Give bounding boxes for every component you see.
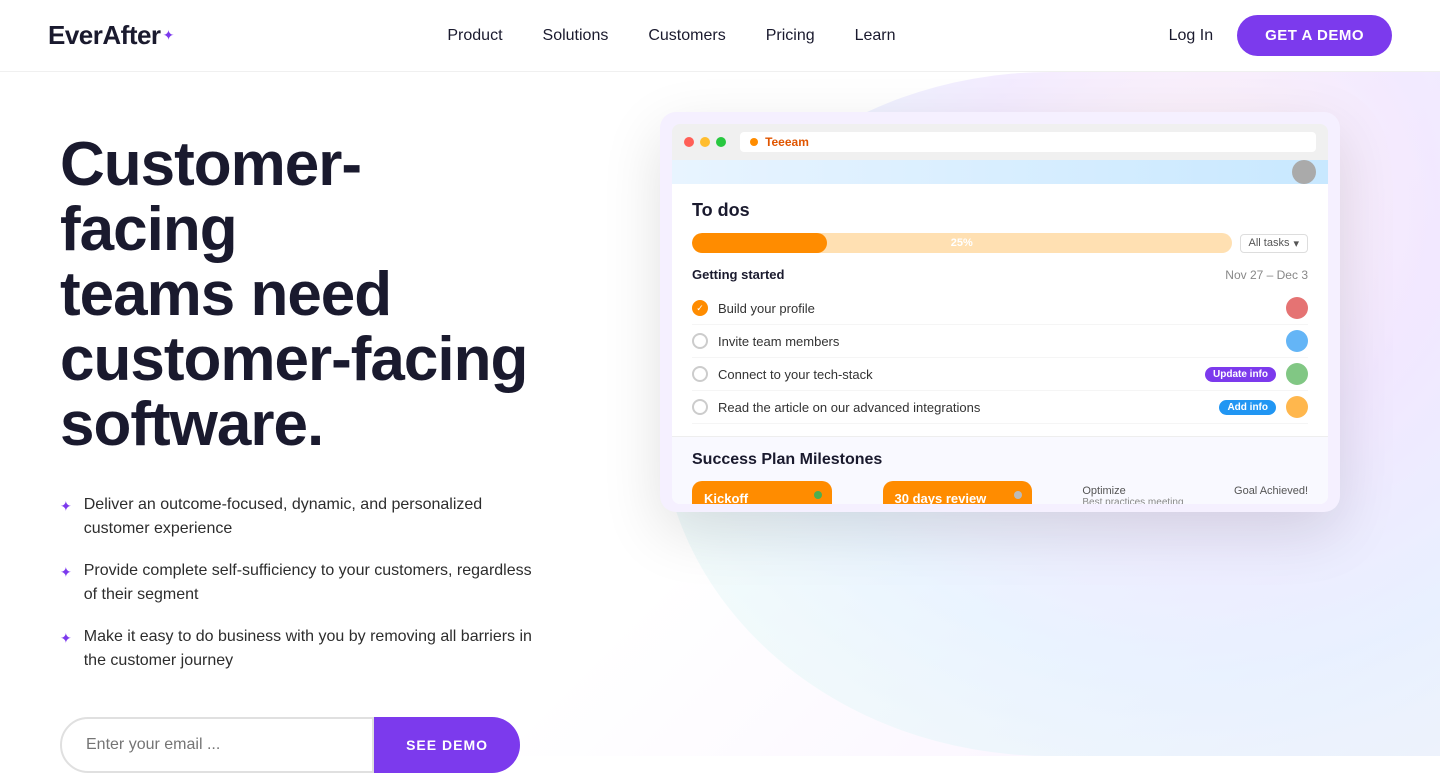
milestone-col-3: Optimize Best practices meeting JUN 23 (1082, 481, 1183, 504)
milestone-col-1: Kickoff Define success criteria MAY 06 (692, 481, 832, 504)
main-nav: Product Solutions Customers Pricing Lear… (447, 27, 895, 45)
hero-title-line3: customer-facing (60, 325, 527, 394)
bullet-text-1: Deliver an outcome-focused, dynamic, and… (84, 493, 532, 541)
bullet-item-3: ✦ Make it easy to do business with you b… (60, 625, 532, 673)
hero-title: Customer-facing teams need customer-faci… (60, 132, 532, 457)
milestone-col-4: Goal Achieved! JUN 25 (1234, 481, 1308, 504)
milestone-dot-1 (814, 491, 822, 499)
diamond-icon-1: ✦ (60, 496, 72, 517)
section-row: Getting started Nov 27 – Dec 3 (692, 267, 1308, 282)
header: EverAfter ✦ Product Solutions Customers … (0, 0, 1440, 72)
hero-title-line4: software. (60, 390, 323, 459)
nav-learn[interactable]: Learn (855, 27, 896, 45)
logo-text: EverAfter (48, 20, 161, 51)
todos-section: To dos 25% All tasks ▾ Getting started (672, 184, 1328, 436)
right-content: Teeeam To dos 25% (580, 72, 1440, 756)
see-demo-button[interactable]: SEE DEMO (374, 717, 520, 773)
task-label-2: Invite team members (718, 334, 1276, 349)
app-header-bar (672, 160, 1328, 184)
nav-solutions[interactable]: Solutions (543, 27, 609, 45)
task-checkbox-2[interactable] (692, 333, 708, 349)
task-avatar-4 (1286, 396, 1308, 418)
milestone-card-2: 30 days review Review performance data (883, 481, 1032, 504)
progress-percent: 25% (951, 237, 973, 249)
milestone-text-4: Goal Achieved! (1234, 485, 1308, 497)
task-avatar-1 (1286, 297, 1308, 319)
milestones-row: Kickoff Define success criteria MAY 06 (692, 481, 1308, 504)
task-checkbox-1[interactable] (692, 300, 708, 316)
bullet-item-1: ✦ Deliver an outcome-focused, dynamic, a… (60, 493, 532, 541)
email-form: SEE DEMO (60, 717, 520, 773)
diamond-icon-3: ✦ (60, 628, 72, 649)
todos-title: To dos (692, 200, 1308, 221)
progress-row: 25% All tasks ▾ (692, 233, 1308, 253)
app-preview: Teeeam To dos 25% (660, 112, 1340, 512)
email-input[interactable] (86, 736, 348, 754)
hero-title-line1: Customer-facing (60, 130, 361, 264)
app-user-avatar (1292, 160, 1316, 184)
progress-bar-wrap: 25% (692, 233, 1232, 253)
milestone-dot-2 (1014, 491, 1022, 499)
bullet-text-3: Make it easy to do business with you by … (84, 625, 532, 673)
diamond-icon-2: ✦ (60, 562, 72, 583)
hero-title-line2: teams need (60, 260, 391, 329)
task-badge-4: Add info (1219, 400, 1276, 415)
nav-pricing[interactable]: Pricing (766, 27, 815, 45)
task-label-4: Read the article on our advanced integra… (718, 400, 1209, 415)
bullet-text-2: Provide complete self-sufficiency to you… (84, 559, 532, 607)
milestone-title-2: 30 days review (895, 491, 1020, 504)
nav-product[interactable]: Product (447, 27, 502, 45)
logo[interactable]: EverAfter ✦ (48, 20, 174, 51)
header-actions: Log In GET A DEMO (1169, 15, 1392, 56)
left-content: Customer-facing teams need customer-faci… (0, 72, 580, 756)
browser-dot-maximize (716, 137, 726, 147)
all-tasks-label: All tasks (1249, 237, 1290, 249)
progress-bar-fill (692, 233, 827, 253)
milestone-subtext-3: Best practices meeting (1082, 497, 1183, 504)
teeeam-label: Teeeam (765, 135, 809, 149)
task-avatar-3 (1286, 363, 1308, 385)
task-row: Build your profile (692, 292, 1308, 325)
chevron-down-icon: ▾ (1293, 237, 1299, 250)
email-input-wrapper (60, 717, 374, 773)
milestone-card-1: Kickoff Define success criteria (692, 481, 832, 504)
milestone-text-3: Optimize (1082, 485, 1183, 497)
task-label-1: Build your profile (718, 301, 1276, 316)
getting-started-label: Getting started (692, 267, 784, 282)
task-row: Connect to your tech-stack Update info (692, 358, 1308, 391)
nav-customers[interactable]: Customers (648, 27, 725, 45)
bullet-item-2: ✦ Provide complete self-sufficiency to y… (60, 559, 532, 607)
task-badge-3: Update info (1205, 367, 1276, 382)
task-avatar-2 (1286, 330, 1308, 352)
browser-url: Teeeam (740, 132, 1316, 152)
browser-dot-minimize (700, 137, 710, 147)
milestone-title-1: Kickoff (704, 491, 820, 504)
task-label-3: Connect to your tech-stack (718, 367, 1195, 382)
bullet-list: ✦ Deliver an outcome-focused, dynamic, a… (60, 493, 532, 673)
login-button[interactable]: Log In (1169, 27, 1213, 45)
task-row: Read the article on our advanced integra… (692, 391, 1308, 424)
all-tasks-button[interactable]: All tasks ▾ (1240, 234, 1309, 253)
task-checkbox-3[interactable] (692, 366, 708, 382)
logo-star: ✦ (163, 27, 175, 44)
date-range: Nov 27 – Dec 3 (1225, 268, 1308, 282)
task-checkbox-4[interactable] (692, 399, 708, 415)
browser-bar: Teeeam (672, 124, 1328, 160)
browser-dot-close (684, 137, 694, 147)
main-content: Customer-facing teams need customer-faci… (0, 72, 1440, 756)
milestones-section: Success Plan Milestones Kickoff Define s… (672, 436, 1328, 504)
get-demo-button[interactable]: GET A DEMO (1237, 15, 1392, 56)
milestones-title: Success Plan Milestones (692, 451, 1308, 469)
task-row: Invite team members (692, 325, 1308, 358)
teeeam-dot (750, 138, 758, 146)
milestone-col-2: 30 days review Review performance data J… (883, 481, 1032, 504)
app-body: To dos 25% All tasks ▾ Getting started (672, 160, 1328, 504)
